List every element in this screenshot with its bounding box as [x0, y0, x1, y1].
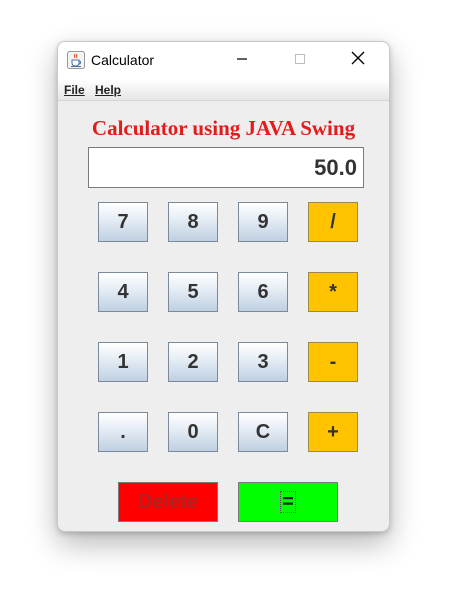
maximize-icon: [294, 52, 306, 70]
menu-file[interactable]: File: [64, 83, 85, 97]
menu-help-label: Help: [95, 83, 122, 97]
close-button[interactable]: [335, 42, 381, 79]
window-title: Calculator: [91, 52, 155, 68]
title-bar[interactable]: Calculator: [58, 42, 389, 79]
key-multiply-button[interactable]: *: [308, 272, 358, 312]
calculator-window: Calculator File Help Calculator using JA…: [57, 41, 390, 532]
close-icon: [351, 51, 365, 70]
key-digit-7-button[interactable]: 7: [98, 202, 148, 242]
equals-button[interactable]: =: [238, 482, 338, 522]
key-decimal-button[interactable]: .: [98, 412, 148, 452]
key-digit-3-button[interactable]: 3: [238, 342, 288, 382]
equals-label: =: [280, 491, 296, 513]
delete-button[interactable]: Delete: [118, 482, 218, 522]
key-clear-button[interactable]: C: [238, 412, 288, 452]
menu-help[interactable]: Help: [95, 83, 121, 97]
result-display[interactable]: 50.0: [88, 147, 364, 188]
minimize-icon: [236, 52, 248, 70]
key-digit-0-button[interactable]: 0: [168, 412, 218, 452]
minimize-button[interactable]: [219, 42, 265, 79]
menu-bar: File Help: [58, 79, 389, 101]
key-digit-9-button[interactable]: 9: [238, 202, 288, 242]
key-digit-5-button[interactable]: 5: [168, 272, 218, 312]
key-digit-6-button[interactable]: 6: [238, 272, 288, 312]
key-subtract-button[interactable]: -: [308, 342, 358, 382]
app-heading: Calculator using JAVA Swing: [91, 116, 356, 140]
key-divide-button[interactable]: /: [308, 202, 358, 242]
key-digit-1-button[interactable]: 1: [98, 342, 148, 382]
key-digit-2-button[interactable]: 2: [168, 342, 218, 382]
key-add-button[interactable]: +: [308, 412, 358, 452]
menu-file-label: File: [64, 83, 85, 97]
java-cup-icon: [67, 51, 85, 69]
key-digit-8-button[interactable]: 8: [168, 202, 218, 242]
key-digit-4-button[interactable]: 4: [98, 272, 148, 312]
maximize-button[interactable]: [277, 42, 323, 79]
